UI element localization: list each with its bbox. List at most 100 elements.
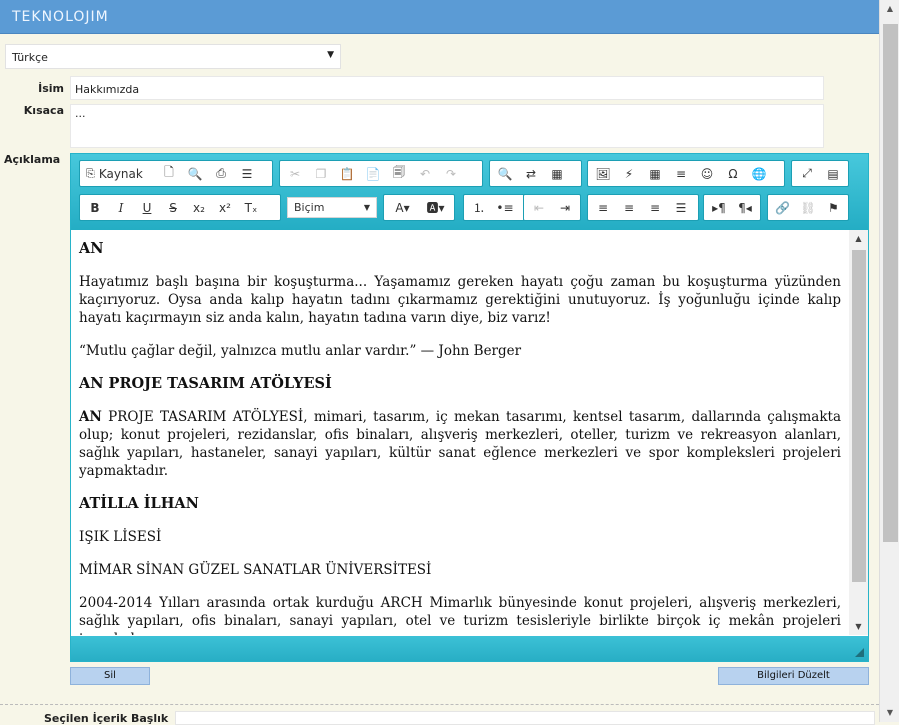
- indent-icon[interactable]: ⇥: [554, 197, 576, 219]
- editor-footer: [71, 636, 868, 661]
- maximize-icon[interactable]: ⤢: [796, 163, 818, 185]
- name-label: İsim: [38, 82, 64, 95]
- format-dropdown-label: Biçim: [294, 201, 325, 214]
- link-icon[interactable]: 🔗: [772, 197, 793, 219]
- preview-icon[interactable]: 🔍: [184, 163, 206, 185]
- editor-scroll-down-icon[interactable]: ▼: [849, 622, 868, 631]
- image-icon[interactable]: 🖼: [592, 163, 614, 185]
- select-all-icon[interactable]: ▦: [546, 163, 568, 185]
- flash-icon[interactable]: ⚡: [618, 163, 640, 185]
- underline-icon[interactable]: U: [136, 197, 158, 219]
- toolbar-group-align: ≡ ≡ ≡ ☰: [587, 194, 699, 221]
- bulleted-list-icon[interactable]: •≡: [494, 197, 516, 219]
- section-divider: [0, 704, 879, 705]
- toolbar-group-find: 🔍 ⇄ ▦: [489, 160, 582, 187]
- toolbar-group-lists: ⒈ •≡: [463, 194, 525, 221]
- rich-text-editor[interactable]: ⎘ Kaynak 🗋 🔍 ⎙ ☰ ✂ ❐ 📋 📄 🗐 ↶ ↷ 🔍 ⇄ ▦ 🖼 ⚡…: [70, 153, 869, 662]
- remove-format-icon[interactable]: Tₓ: [240, 197, 262, 219]
- delete-button[interactable]: Sil: [70, 667, 150, 685]
- source-label: Kaynak: [98, 166, 143, 181]
- smiley-icon[interactable]: ☺: [696, 163, 718, 185]
- new-page-icon[interactable]: 🗋: [158, 163, 180, 185]
- scroll-up-icon[interactable]: ▲: [880, 0, 899, 18]
- brand-logo: TEKNOLOJIM: [12, 9, 109, 25]
- selected-content-title-input[interactable]: [175, 711, 875, 725]
- show-blocks-icon[interactable]: ▤: [822, 163, 844, 185]
- selected-content-title-label: Seçilen İçerik Başlık: [44, 712, 169, 725]
- paste-text-icon[interactable]: 📄: [362, 163, 384, 185]
- source-button[interactable]: ⎘ Kaynak: [84, 163, 154, 185]
- anchor-icon[interactable]: ⚑: [823, 197, 844, 219]
- toolbar-group-clipboard: ✂ ❐ 📋 📄 🗐 ↶ ↷: [279, 160, 483, 187]
- print-icon[interactable]: ⎙: [210, 163, 232, 185]
- paste-icon[interactable]: 📋: [336, 163, 358, 185]
- italic-icon[interactable]: I: [110, 197, 132, 219]
- caret-down-icon: ▼: [363, 203, 370, 212]
- app-header: TEKNOLOJIM: [0, 0, 879, 34]
- iframe-icon[interactable]: 🌐: [748, 163, 770, 185]
- name-input[interactable]: Hakkımızda: [70, 76, 824, 100]
- superscript-icon[interactable]: x²: [214, 197, 236, 219]
- align-right-icon[interactable]: ≡: [644, 197, 666, 219]
- justify-icon[interactable]: ☰: [670, 197, 692, 219]
- source-icon: ⎘: [86, 166, 95, 180]
- toolbar-group-view: ⤢ ▤: [791, 160, 849, 187]
- align-center-icon[interactable]: ≡: [618, 197, 640, 219]
- content-career: 2004-2014 Yılları arasında ortak kurduğu…: [79, 595, 841, 635]
- rtl-icon[interactable]: ¶◂: [734, 197, 756, 219]
- caret-down-icon: ▼: [327, 50, 334, 60]
- scroll-down-icon[interactable]: ▼: [880, 704, 899, 722]
- editor-scroll-thumb[interactable]: [852, 250, 866, 582]
- format-dropdown[interactable]: Biçim ▼: [287, 197, 377, 218]
- replace-icon[interactable]: ⇄: [520, 163, 542, 185]
- content-university: MİMAR SİNAN GÜZEL SANATLAR ÜNİVERSİTESİ: [79, 562, 432, 578]
- find-icon[interactable]: 🔍: [494, 163, 516, 185]
- editor-content[interactable]: AN Hayatımız başlı başına bir koşuşturma…: [71, 230, 849, 635]
- strikethrough-icon[interactable]: S: [162, 197, 184, 219]
- ltr-icon[interactable]: ▸¶: [708, 197, 730, 219]
- update-button[interactable]: Bilgileri Düzelt: [718, 667, 869, 685]
- copy-icon[interactable]: ❐: [310, 163, 332, 185]
- toolbar-group-links: 🔗 ⛓ ⚑: [767, 194, 849, 221]
- horizontal-rule-icon[interactable]: ≡: [670, 163, 692, 185]
- paste-word-icon[interactable]: 🗐: [388, 163, 410, 185]
- text-color-icon[interactable]: A▾: [388, 197, 417, 219]
- short-label: Kısaca: [23, 104, 64, 117]
- page-scroll-thumb[interactable]: [883, 24, 898, 542]
- toolbar-group-colors: A▾ 🅰▾: [383, 194, 455, 221]
- content-paragraph-studio: AN PROJE TASARIM ATÖLYESİ, mimari, tasar…: [79, 408, 841, 480]
- short-textarea[interactable]: ...: [70, 104, 824, 148]
- bold-icon[interactable]: B: [84, 197, 106, 219]
- page-scrollbar[interactable]: ▲ ▼: [879, 0, 899, 722]
- editor-scrollbar[interactable]: ▲ ▼: [849, 230, 868, 635]
- content-bold-an: AN: [79, 409, 102, 425]
- toolbar-group-basic-styles: B I U S x₂ x² Tₓ: [79, 194, 281, 221]
- unlink-icon[interactable]: ⛓: [797, 197, 818, 219]
- language-select[interactable]: Türkçe ▼: [5, 44, 341, 69]
- toolbar-group-direction: ▸¶ ¶◂: [703, 194, 761, 221]
- toolbar-group-insert: 🖼 ⚡ ▦ ≡ ☺ Ω 🌐: [587, 160, 785, 187]
- editor-scroll-up-icon[interactable]: ▲: [849, 234, 868, 243]
- content-heading-person: ATİLLA İLHAN: [79, 495, 199, 512]
- content-school: IŞIK LİSESİ: [79, 529, 162, 545]
- content-studio-text: PROJE TASARIM ATÖLYESİ, mimari, tasarım,…: [79, 409, 841, 479]
- numbered-list-icon[interactable]: ⒈: [468, 197, 490, 219]
- content-quote: “Mutlu çağlar değil, yalnızca mutlu anla…: [79, 343, 522, 359]
- toolbar-group-document: ⎘ Kaynak 🗋 🔍 ⎙ ☰: [79, 160, 273, 187]
- content-heading-studio: AN PROJE TASARIM ATÖLYESİ: [79, 375, 332, 392]
- background-color-icon[interactable]: 🅰▾: [421, 197, 450, 219]
- redo-icon[interactable]: ↷: [440, 163, 462, 185]
- cut-icon[interactable]: ✂: [284, 163, 306, 185]
- templates-icon[interactable]: ☰: [236, 163, 258, 185]
- table-icon[interactable]: ▦: [644, 163, 666, 185]
- outdent-icon[interactable]: ⇤: [528, 197, 550, 219]
- editor-toolbar: ⎘ Kaynak 🗋 🔍 ⎙ ☰ ✂ ❐ 📋 📄 🗐 ↶ ↷ 🔍 ⇄ ▦ 🖼 ⚡…: [71, 154, 868, 230]
- special-char-icon[interactable]: Ω: [722, 163, 744, 185]
- description-label: Açıklama: [4, 153, 61, 166]
- content-paragraph-intro: Hayatımız başlı başına bir koşuşturma...…: [79, 274, 841, 326]
- resize-handle-icon[interactable]: [855, 648, 864, 657]
- align-left-icon[interactable]: ≡: [592, 197, 614, 219]
- undo-icon[interactable]: ↶: [414, 163, 436, 185]
- language-select-value: Türkçe: [12, 51, 48, 64]
- subscript-icon[interactable]: x₂: [188, 197, 210, 219]
